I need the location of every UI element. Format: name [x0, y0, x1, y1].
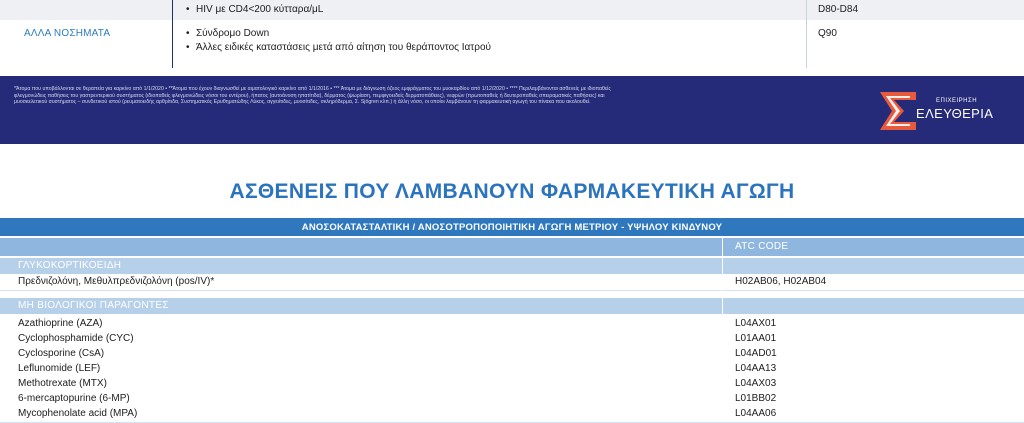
icd-code: Q90 [818, 28, 837, 39]
table-title: ΑΝΟΣΟΚΑΤΑΣΤΑΛΤΙΚΗ / ΑΝΟΣΟΤΡΟΠΟΠΟΙΗΤΙΚΗ Α… [301, 222, 723, 233]
icd-code: D80-D84 [818, 4, 859, 15]
section-header: ΜΗ ΒΙΟΛΟΓΙΚΟΙ ΠΑΡΑΓΟΝΤΕΣ [0, 298, 1024, 314]
drug-name: Mycophenolate acid (MPA) [18, 408, 138, 419]
table-header-row: ATC CODE [0, 238, 1024, 256]
drug-name: Cyclosporine (CsA) [18, 348, 105, 359]
atc-code: L01AA01 [735, 333, 777, 344]
atc-code: L04AA13 [735, 363, 777, 374]
table-row: Πρεδνιζολόνη, Μεθυλπρεδνιζολόνη (pos/IV)… [0, 274, 1024, 291]
page-title: ΑΣΘΕΝΕΙΣ ΠΟΥ ΛΑΜΒΑΝΟΥΝ ΦΑΡΜΑΚΕΥΤΙΚΗ ΑΓΩΓ… [229, 180, 795, 203]
drug-name: Azathioprine (AZA) [18, 318, 103, 329]
footnote-banner: *Άτομα που υποβάλλονται σε θεραπεία για … [0, 76, 1024, 144]
drug-name: Πρεδνιζολόνη, Μεθυλπρεδνιζολόνη (pos/IV)… [18, 276, 215, 287]
atc-column-header: ATC CODE [735, 241, 789, 252]
category-label: ΑΛΛΑ ΝΟΣΗΜΑΤΑ [24, 28, 111, 39]
column-divider [806, 0, 807, 68]
bullet-icon: • [186, 4, 190, 15]
atc-code: L04AX01 [735, 318, 777, 329]
list-item: • HIV με CD4<200 κύτταρα/μL [186, 4, 324, 15]
section-label: ΓΛΥΚΟΚΟΡΤΙΚΟΕΙΔΗ [18, 260, 122, 271]
bullet-icon: • [186, 42, 190, 53]
atc-code: H02AB06, H02AB04 [735, 276, 827, 287]
conditions-table: • HIV με CD4<200 κύτταρα/μL D80-D84 ΑΛΛΑ … [0, 0, 1024, 68]
atc-code: L04AA06 [735, 408, 777, 419]
table-row: ΑΛΛΑ ΝΟΣΗΜΑΤΑ • Σύνδρομο Down • Άλλες ειδι… [0, 20, 1024, 68]
section-label: ΜΗ ΒΙΟΛΟΓΙΚΟΙ ΠΑΡΑΓΟΝΤΕΣ [18, 300, 169, 311]
column-divider [172, 0, 173, 68]
list-item: • Σύνδρομο Down [186, 28, 270, 39]
drug-name: Leflunomide (LEF) [18, 363, 101, 374]
logo-mark-icon [880, 92, 916, 130]
column-divider [722, 238, 723, 420]
atc-code: L04AD01 [735, 348, 777, 359]
list-item: • Άλλες ειδικές καταστάσεις μετά από αίτη… [186, 42, 491, 53]
drug-name: 6-mercaptopurine (6-MP) [18, 393, 130, 404]
table-row: Mycophenolate acid (MPA) L04AA06 [0, 406, 1024, 423]
logo-text-bottom: ΕΛΕΥΘΕΡΙΑ [916, 106, 994, 121]
drug-name: Cyclophosphamide (CYC) [18, 333, 134, 344]
logo-text-top: ΕΠΙΧΕΙΡΗΣΗ [936, 98, 978, 104]
atc-code: L01BB02 [735, 393, 777, 404]
section-header: ΓΛΥΚΟΚΟΡΤΙΚΟΕΙΔΗ [0, 258, 1024, 274]
drug-name: Methotrexate (MTX) [18, 378, 107, 389]
table-title-bar: ΑΝΟΣΟΚΑΤΑΣΤΑΛΤΙΚΗ / ΑΝΟΣΟΤΡΟΠΟΠΟΙΗΤΙΚΗ Α… [0, 218, 1024, 236]
logo: ΕΠΙΧΕΙΡΗΣΗ ΕΛΕΥΘΕΡΙΑ [876, 84, 1006, 138]
atc-code: L04AX03 [735, 378, 777, 389]
footnote-text: *Άτομα που υποβάλλονται σε θεραπεία για … [14, 86, 611, 106]
table-row: • HIV με CD4<200 κύτταρα/μL D80-D84 [0, 0, 1024, 20]
bullet-icon: • [186, 28, 190, 39]
